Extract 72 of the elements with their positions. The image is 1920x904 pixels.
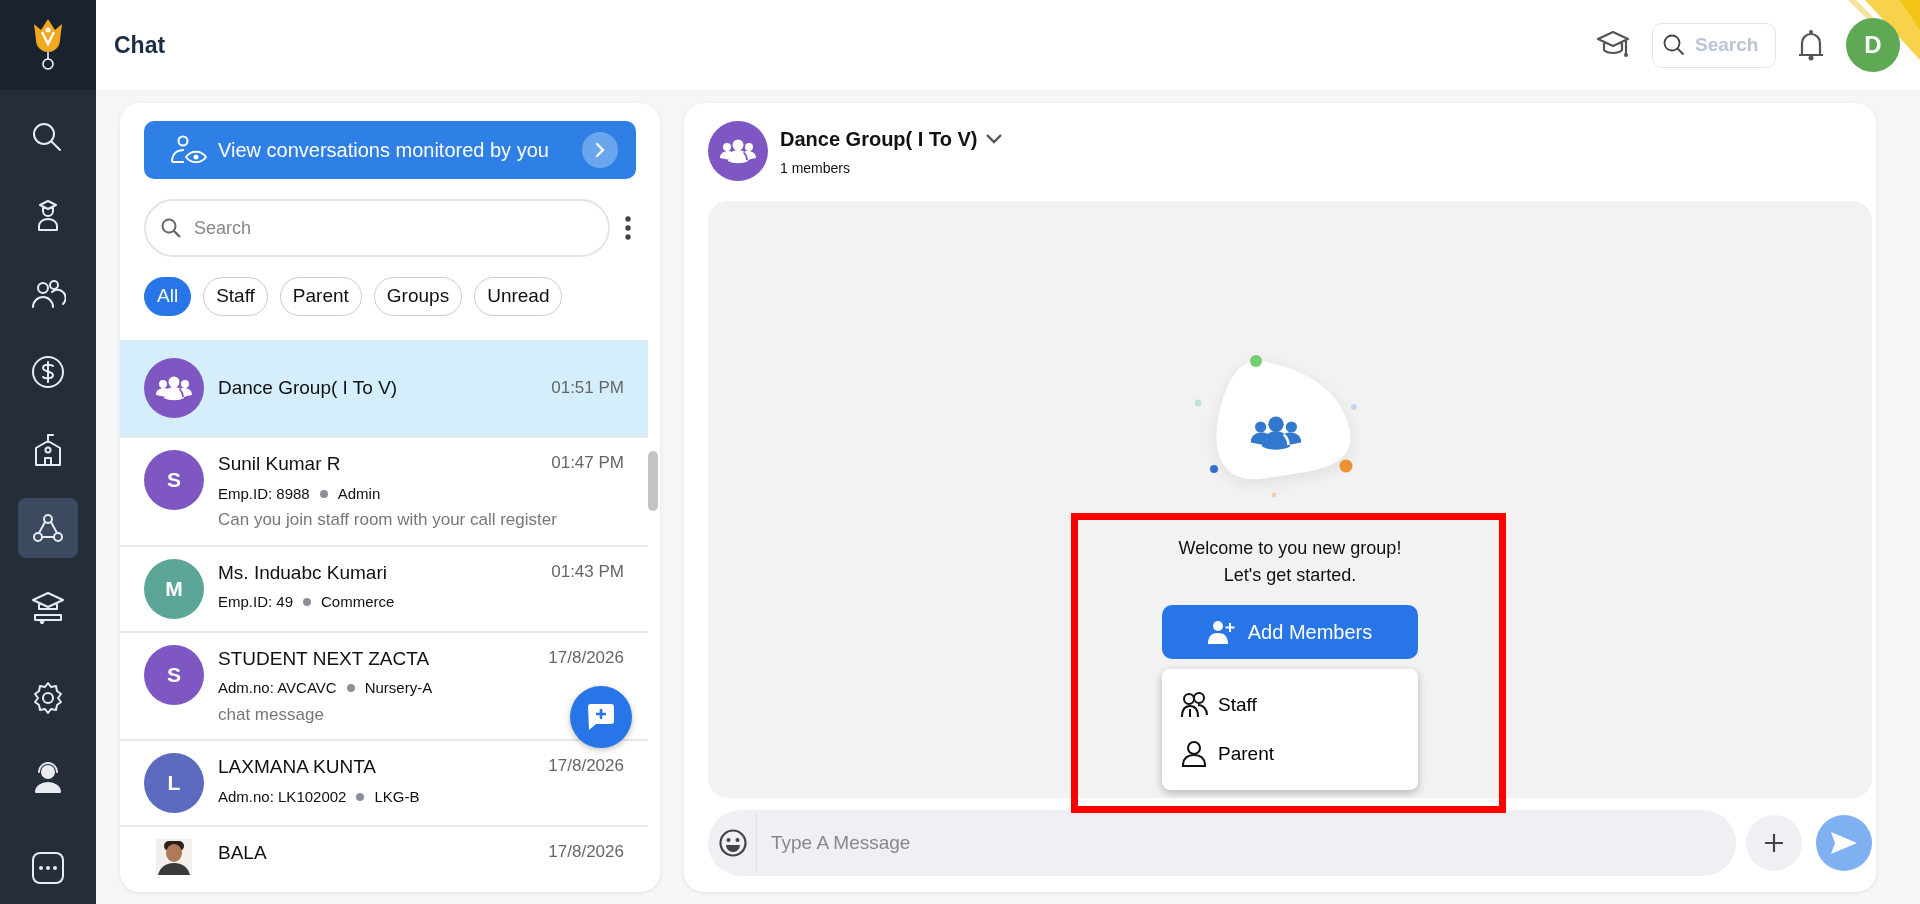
chat-title[interactable]: Dance Group( I To V) xyxy=(780,123,978,154)
group-icon xyxy=(718,137,758,165)
contact-avatar: L xyxy=(144,753,204,813)
menu-item[interactable]: Staff xyxy=(1162,681,1418,730)
contact-id: Emp.ID: 8988 xyxy=(218,483,310,504)
contact-role: Admin xyxy=(337,483,381,504)
contact-avatar: S xyxy=(144,450,204,510)
filter-chip[interactable]: Unread xyxy=(474,277,563,316)
message-input[interactable]: Type A Message xyxy=(708,810,1736,876)
attach-button[interactable] xyxy=(1746,815,1802,871)
message-preview: chat message xyxy=(218,703,324,726)
emoji-icon[interactable] xyxy=(718,828,748,858)
conversation-item[interactable]: S Sunil Kumar R 01:47 PM Emp.ID: 8988 Admin Can you join staff room with your call register xyxy=(120,438,648,547)
staff-icon xyxy=(1180,691,1208,720)
new-chat-button[interactable] xyxy=(570,686,632,748)
message-time: 17/8/2026 xyxy=(548,841,624,863)
contact-name: BALA xyxy=(218,841,267,865)
contact-avatar: M xyxy=(144,558,204,619)
person-icon xyxy=(1180,739,1208,768)
separator-dot xyxy=(319,489,328,498)
contact-role: Nursery-A xyxy=(364,678,433,698)
chevron-right-icon xyxy=(593,142,607,158)
chevron-down-icon[interactable] xyxy=(985,132,1004,145)
welcome-text: Let's get started. xyxy=(1222,564,1358,587)
contact-name: LAXMANA KUNTA xyxy=(218,755,377,779)
welcome-text: Welcome to you new group! xyxy=(1178,537,1402,560)
contact-id: Emp.ID: 49 xyxy=(218,592,294,612)
message-time: 01:47 PM xyxy=(551,452,624,474)
dollar-icon xyxy=(30,354,66,390)
conversation-item[interactable]: BALA 17/8/2026 xyxy=(120,827,648,892)
contact-name: Ms. Induabc Kumari xyxy=(218,560,387,585)
person-eye-icon xyxy=(170,135,208,165)
filter-chip[interactable]: Groups xyxy=(373,277,463,316)
monitor-banner-button[interactable]: View conversations monitored by you xyxy=(144,121,636,179)
filter-chip[interactable]: Parent xyxy=(279,277,362,316)
message-time: 01:51 PM xyxy=(551,377,624,400)
chat-plus-icon xyxy=(586,703,616,731)
page-title: Chat xyxy=(114,30,166,60)
contact-role: LKG-B xyxy=(374,786,420,807)
separator-dot xyxy=(346,684,355,693)
message-preview: Can you join staff room with your call register xyxy=(218,509,557,531)
send-icon xyxy=(1829,830,1859,856)
filter-chip[interactable]: Staff xyxy=(203,277,268,316)
message-time: 17/8/2026 xyxy=(548,755,624,777)
more-icon xyxy=(30,850,66,886)
conversation-item[interactable]: L LAXMANA KUNTA 17/8/2026 Adm.no: LK102002 LKG-B xyxy=(120,741,648,827)
filter-chip[interactable]: All xyxy=(144,277,192,316)
sidebar-item[interactable] xyxy=(18,498,78,558)
add-members-button[interactable]: Add Members xyxy=(1162,605,1418,659)
message-time: 17/8/2026 xyxy=(548,646,624,669)
bell-icon[interactable] xyxy=(1798,27,1824,63)
search-field[interactable]: Search xyxy=(1652,22,1776,68)
contact-id: Adm.no: LK102002 xyxy=(218,786,347,807)
separator-dot xyxy=(356,792,365,801)
menu-item[interactable]: Parent xyxy=(1162,729,1418,778)
add-person-icon xyxy=(1207,620,1236,644)
conversation-item[interactable]: M Ms. Induabc Kumari 01:43 PM Emp.ID: 49 Commerce xyxy=(120,546,648,633)
graduation-cap-icon[interactable] xyxy=(1596,30,1630,60)
contact-name: STUDENT NEXT ZACTA xyxy=(218,646,430,671)
message-time: 01:43 PM xyxy=(551,560,624,583)
contact-role: Commerce xyxy=(321,592,395,612)
contact-avatar: S xyxy=(144,644,204,705)
member-count: 1 members xyxy=(780,158,852,178)
conversation-item[interactable]: Dance Group( I To V) 01:51 PM xyxy=(120,340,648,438)
plus-icon xyxy=(1763,832,1785,854)
separator-dot xyxy=(303,598,312,607)
contact-name: Dance Group( I To V) xyxy=(218,375,398,400)
scrollbar-thumb[interactable] xyxy=(648,451,658,511)
contact-name: Sunil Kumar R xyxy=(218,452,341,476)
group-icon xyxy=(154,374,194,402)
search-field[interactable]: Search xyxy=(144,199,610,257)
contact-id: Adm.no: AVCAVC xyxy=(218,678,337,698)
